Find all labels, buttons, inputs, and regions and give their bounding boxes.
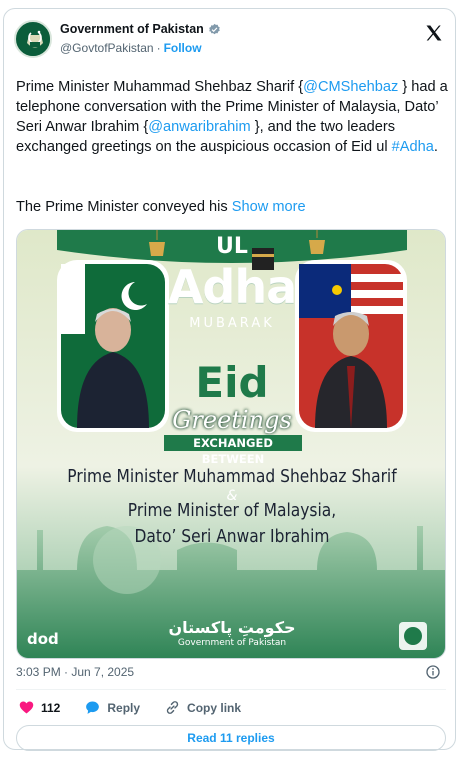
tweet-image[interactable]: UL Adha MUBARAK Eid Greetings EXCHANGED … xyxy=(16,229,446,659)
tweet-text-para2: The Prime Minister conveyed his xyxy=(16,199,228,215)
tweet-link[interactable]: #Adha xyxy=(392,139,434,155)
read-replies-button[interactable]: Read 11 replies xyxy=(16,725,446,751)
reply-label: Reply xyxy=(107,700,141,715)
follow-button[interactable]: Follow xyxy=(164,41,202,55)
dod-logo: dod xyxy=(27,630,59,648)
tweet-link[interactable]: @anwaribrahim xyxy=(148,119,250,135)
link-icon xyxy=(166,701,179,714)
avatar[interactable] xyxy=(14,20,52,58)
action-bar: 112 Reply Copy link xyxy=(18,699,265,716)
tweet-text: Prime Minister Muhammad Shehbaz Sharif {… xyxy=(16,77,448,157)
reply-icon xyxy=(86,701,100,714)
copy-link-button[interactable]: Copy link xyxy=(164,699,241,716)
banner-ul: UL xyxy=(216,234,248,259)
handle[interactable]: @GovtofPakistan xyxy=(60,41,154,55)
banner-mubarak: MUBARAK xyxy=(189,316,275,331)
like-button[interactable]: 112 xyxy=(18,699,60,716)
tweet-header: Government of Pakistan @GovtofPakistan ·… xyxy=(14,19,444,61)
gov-urdu-logo: حکومتِ پاکستان xyxy=(168,618,296,637)
banner-exchanged: EXCHANGED BETWEEN xyxy=(164,435,302,466)
info-icon[interactable] xyxy=(425,664,441,680)
banner-eid: Eid xyxy=(195,358,269,407)
tweet-text-segment: Prime Minister Muhammad Shehbaz Sharif { xyxy=(16,79,304,95)
banner-adha: Adha xyxy=(167,260,297,314)
x-logo-icon[interactable] xyxy=(424,23,444,43)
reply-button[interactable]: Reply xyxy=(84,699,140,716)
pm-line-1: Prime Minister Muhammad Shehbaz Sharif xyxy=(67,466,397,487)
banner-greetings: Greetings xyxy=(172,406,292,434)
pm-line-3: Dato’ Seri Anwar Ibrahim xyxy=(134,526,330,547)
tweet-link[interactable]: @CMShehbaz xyxy=(303,79,398,95)
show-more-link[interactable]: Show more xyxy=(232,199,306,215)
handle-row: @GovtofPakistan · Follow xyxy=(60,41,202,55)
tweet-text-continued: The Prime Minister conveyed his Show mor… xyxy=(16,199,306,215)
gov-english-logo: Government of Pakistan xyxy=(177,638,287,648)
name-row: Government of Pakistan xyxy=(60,22,221,36)
emblem-icon xyxy=(18,24,50,56)
display-name[interactable]: Government of Pakistan xyxy=(60,22,204,36)
like-count: 112 xyxy=(41,700,61,715)
heart-icon xyxy=(19,701,34,714)
timestamp[interactable]: 3:03 PM · Jun 7, 2025 xyxy=(16,665,134,679)
tweet-text-segment: . xyxy=(433,139,438,155)
pm-line-2: Prime Minister of Malaysia, xyxy=(127,500,337,521)
handle-separator: · xyxy=(156,41,161,55)
tweet-card: Government of Pakistan @GovtofPakistan ·… xyxy=(3,8,456,751)
divider xyxy=(16,689,446,690)
verified-badge-icon xyxy=(208,23,220,34)
copy-link-label: Copy link xyxy=(187,700,242,715)
